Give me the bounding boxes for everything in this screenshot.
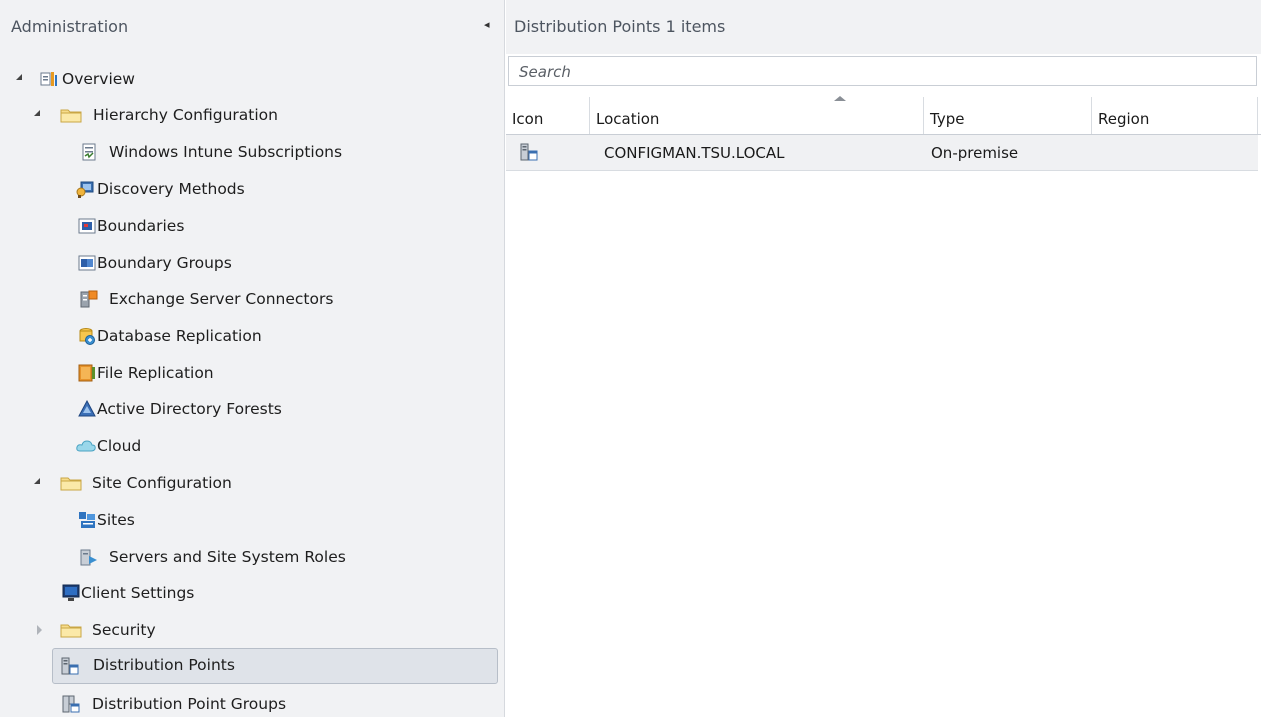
folder-icon [60, 109, 82, 123]
tree-item-label: Sites [97, 511, 135, 529]
boundary-group-icon [78, 255, 96, 271]
tree-item-active-directory-forests[interactable]: Active Directory Forests [0, 392, 504, 426]
collapse-pane-button[interactable]: ◂ [484, 18, 490, 31]
workspace-title: Administration [11, 17, 129, 36]
distribution-point-icon [520, 143, 538, 161]
tree-item-label: Servers and Site System Roles [109, 548, 346, 566]
expand-collapse-icon[interactable] [34, 110, 40, 116]
tree-item-label: Windows Intune Subscriptions [109, 143, 343, 161]
tree-item-label: Boundary Groups [97, 254, 232, 272]
tree-item-boundary-groups[interactable]: Boundary Groups [0, 246, 504, 280]
tree-item-distribution-points[interactable]: Distribution Points [52, 648, 498, 684]
navigation-header: Administration ◂ [0, 0, 504, 56]
tree-item-boundaries[interactable]: Boundaries [0, 209, 504, 243]
boundary-icon [78, 218, 96, 234]
tree-item-database-replication[interactable]: Database Replication [0, 319, 504, 353]
tree-item-label: Security [92, 621, 156, 639]
search-box[interactable] [508, 56, 1257, 86]
tree-item-security[interactable]: Security [0, 613, 504, 647]
server-roles-icon [80, 549, 97, 566]
expand-collapse-icon[interactable] [37, 625, 42, 635]
column-header-label: Type [930, 110, 965, 128]
search-input[interactable] [517, 58, 1221, 86]
expand-collapse-icon[interactable] [34, 478, 40, 484]
tree-item-label: Overview [62, 70, 135, 88]
tree-item-distribution-point-groups[interactable]: Distribution Point Groups [0, 687, 504, 721]
cell-type: On-premise [931, 144, 1019, 162]
subscription-icon [82, 143, 96, 161]
tree-item-label: Database Replication [97, 327, 262, 345]
tree-item-site-configuration[interactable]: Site Configuration [0, 466, 504, 500]
distribution-point-icon [61, 657, 79, 675]
overview-icon [40, 72, 57, 86]
tree-item-label: Site Configuration [92, 474, 232, 492]
results-title: Distribution Points 1 items [514, 17, 726, 36]
navigation-pane: Administration ◂ Overview Hierarchy Conf… [0, 0, 505, 717]
column-header-type[interactable]: Type [924, 97, 1092, 134]
ad-forest-icon [78, 400, 96, 417]
tree-item-label: Client Settings [81, 584, 195, 602]
column-header-label: Region [1098, 110, 1150, 128]
column-header-location[interactable]: Location [590, 96, 924, 134]
sites-icon [79, 512, 95, 528]
tree-item-cloud[interactable]: Cloud [0, 429, 504, 463]
table-row[interactable]: CONFIGMAN.TSU.LOCAL On-premise [506, 135, 1258, 171]
grid-header: Icon Location Type Region [506, 96, 1261, 135]
distribution-point-group-icon [62, 695, 80, 713]
file-replication-icon [78, 364, 95, 382]
tree-item-label: Distribution Point Groups [92, 695, 287, 713]
tree-item-label: Hierarchy Configuration [93, 106, 278, 124]
client-settings-icon [62, 584, 80, 601]
results-header: Distribution Points 1 items [506, 0, 1261, 54]
database-replication-icon [79, 328, 95, 345]
sort-ascending-icon [834, 96, 846, 101]
expand-collapse-icon[interactable] [16, 74, 22, 80]
tree-item-discovery-methods[interactable]: Discovery Methods [0, 172, 504, 206]
tree-item-file-replication[interactable]: File Replication [0, 356, 504, 390]
folder-icon [60, 624, 82, 638]
tree-item-overview[interactable]: Overview [0, 62, 504, 96]
cloud-icon [76, 440, 96, 452]
column-header-label: Location [596, 110, 660, 128]
tree-item-label: Boundaries [97, 217, 185, 235]
cell-location: CONFIGMAN.TSU.LOCAL [604, 144, 785, 162]
column-header-label: Icon [512, 110, 544, 128]
exchange-connector-icon [80, 290, 98, 308]
tree-item-label: Cloud [97, 437, 142, 455]
tree-item-label: Active Directory Forests [97, 400, 282, 418]
tree-item-label: File Replication [97, 364, 214, 382]
tree-item-label: Exchange Server Connectors [109, 290, 334, 308]
tree-item-client-settings[interactable]: Client Settings [0, 576, 504, 610]
folder-icon [60, 477, 82, 491]
column-header-region[interactable]: Region [1092, 97, 1258, 134]
column-header-icon[interactable]: Icon [506, 97, 590, 134]
tree-item-label: Distribution Points [93, 656, 235, 674]
tree-item-sites[interactable]: Sites [0, 503, 504, 537]
discovery-icon [76, 181, 94, 198]
tree-item-exchange-server-connectors[interactable]: Exchange Server Connectors [0, 282, 504, 316]
tree-item-hierarchy-configuration[interactable]: Hierarchy Configuration [0, 98, 504, 132]
tree-item-windows-intune-subscriptions[interactable]: Windows Intune Subscriptions [0, 135, 504, 169]
tree-item-servers-and-site-system-roles[interactable]: Servers and Site System Roles [0, 540, 504, 574]
tree-item-label: Discovery Methods [97, 180, 245, 198]
results-pane: Distribution Points 1 items Icon Locatio… [506, 0, 1261, 717]
